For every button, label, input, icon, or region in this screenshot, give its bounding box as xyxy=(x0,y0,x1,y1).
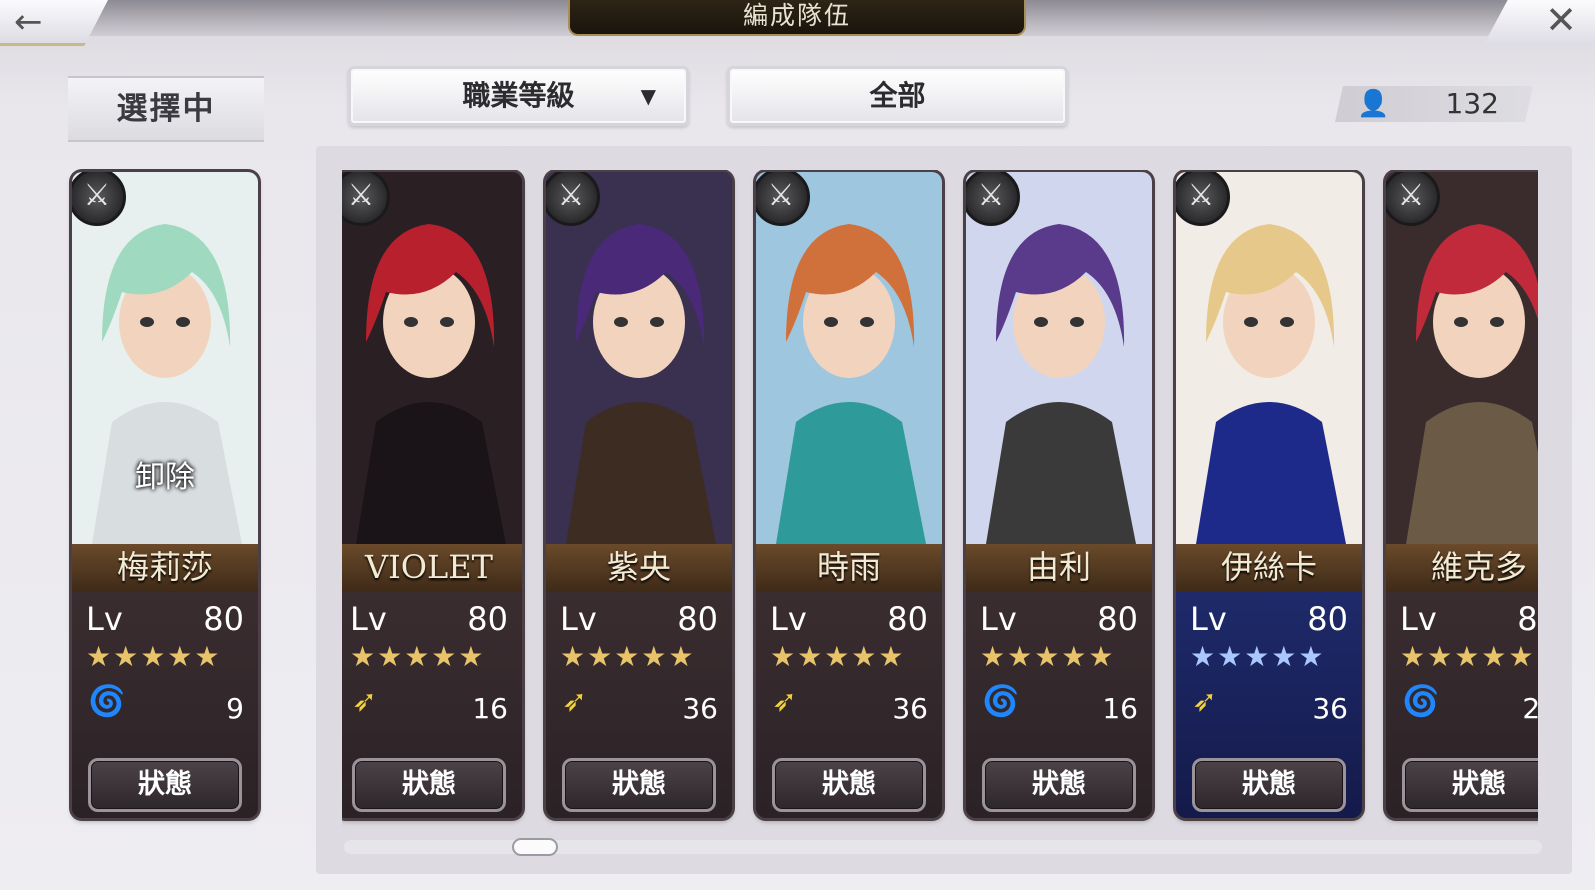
selected-label: 選擇中 xyxy=(68,76,264,142)
character-name: 紫央 xyxy=(546,544,732,592)
rarity-stars: ★★★★★ xyxy=(350,640,486,673)
back-button[interactable]: ← xyxy=(0,0,108,46)
character-portrait xyxy=(966,172,1152,544)
close-icon: ✕ xyxy=(1545,0,1577,42)
sort-label: 職業等級 xyxy=(462,79,575,112)
rarity-stars: ★★★★★ xyxy=(560,640,696,673)
cost-value: 36 xyxy=(892,692,928,725)
character-stats: Lv 80 ★★★★★ ➶ 36 狀態 xyxy=(546,592,732,818)
wind-element-icon: 🌀 xyxy=(88,684,126,719)
character-stats: Lv 80★★★★★ 🌀 20 狀態 xyxy=(1386,592,1538,818)
character-card[interactable]: ⚔ 伊絲卡 Lv 80 ★★★★★ ➶ 36 狀態 xyxy=(1176,172,1362,818)
character-stats: Lv 80 ★★★★★ ➶ 16 狀態 xyxy=(342,592,522,818)
level-value: 80 xyxy=(677,600,718,638)
scrollbar-thumb[interactable] xyxy=(512,838,558,856)
level-label: Lv xyxy=(770,600,807,638)
level-label: Lv xyxy=(1400,600,1437,638)
status-button[interactable]: 狀態 xyxy=(562,758,716,812)
character-portrait xyxy=(1386,172,1538,544)
wind-element-icon: 🌀 xyxy=(982,684,1020,719)
character-name: VIOLET xyxy=(342,544,522,592)
rarity-stars: ★★★★★ xyxy=(980,640,1116,673)
unit-count: 👤 132 xyxy=(1335,86,1533,122)
status-button[interactable]: 狀態 xyxy=(772,758,926,812)
character-name: 梅莉莎 xyxy=(72,544,258,592)
cost-value: 36 xyxy=(1312,692,1348,725)
cost-value: 16 xyxy=(1102,692,1138,725)
page-title: 編成隊伍 xyxy=(568,0,1026,36)
wing-element-icon: ➶ xyxy=(772,684,798,719)
level-value: 80 xyxy=(1517,600,1538,638)
cost-value: 16 xyxy=(472,692,508,725)
character-name: 維克多 xyxy=(1386,544,1538,592)
level-value: 80 xyxy=(203,600,244,638)
character-name: 伊絲卡 xyxy=(1176,544,1362,592)
cost-value: 9 xyxy=(226,692,244,725)
character-portrait xyxy=(756,172,942,544)
character-portrait xyxy=(546,172,732,544)
unset-label: 卸除 xyxy=(135,460,195,495)
level-value: 80 xyxy=(467,600,508,638)
character-portrait xyxy=(1176,172,1362,544)
filter-label: 全部 xyxy=(869,79,926,112)
status-button[interactable]: 狀態 xyxy=(88,758,242,812)
selected-character-card[interactable]: ⚔ 卸除 梅莉莎 Lv 80 ★★★★★ 🌀 9 狀態 xyxy=(72,172,258,818)
sort-dropdown[interactable]: 職業等級 ▼ xyxy=(348,66,689,126)
wind-element-icon: 🌀 xyxy=(1402,684,1440,719)
rarity-stars: ★★★★★ xyxy=(770,640,906,673)
character-stats: Lv 80 ★★★★★ 🌀 9 狀態 xyxy=(72,592,258,818)
character-stats: Lv 80 ★★★★★ ➶ 36 狀態 xyxy=(1176,592,1362,818)
person-icon: 👤 xyxy=(1357,89,1390,119)
character-stats: Lv 80 ★★★★★ 🌀 16 狀態 xyxy=(966,592,1152,818)
level-label: Lv xyxy=(350,600,387,638)
unit-count-value: 132 xyxy=(1445,87,1499,120)
wing-element-icon: ➶ xyxy=(352,684,378,719)
back-arrow-icon: ← xyxy=(14,2,43,42)
level-value: 80 xyxy=(887,600,928,638)
character-name: 由利 xyxy=(966,544,1152,592)
level-label: Lv xyxy=(86,600,123,638)
level-label: Lv xyxy=(980,600,1017,638)
filter-button[interactable]: 全部 xyxy=(727,66,1068,126)
character-card[interactable]: ⚔ 由利 Lv 80 ★★★★★ 🌀 16 狀態 xyxy=(966,172,1152,818)
wing-element-icon: ➶ xyxy=(1192,684,1218,719)
character-card[interactable]: ⚔ VIOLET Lv 80 ★★★★★ ➶ 16 狀態 xyxy=(342,172,522,818)
level-value: 80 xyxy=(1307,600,1348,638)
character-card[interactable]: ⚔ 紫央 Lv 80 ★★★★★ ➶ 36 狀態 xyxy=(546,172,732,818)
character-card[interactable]: ⚔ 時雨 Lv 80 ★★★★★ ➶ 36 狀態 xyxy=(756,172,942,818)
cost-value: 36 xyxy=(682,692,718,725)
status-button[interactable]: 狀態 xyxy=(1192,758,1346,812)
level-value: 80 xyxy=(1097,600,1138,638)
character-stats: Lv 80 ★★★★★ ➶ 36 狀態 xyxy=(756,592,942,818)
chevron-down-icon: ▼ xyxy=(640,84,656,108)
status-button[interactable]: 狀態 xyxy=(982,758,1136,812)
rarity-stars: ★★★★★ xyxy=(1400,640,1536,673)
character-card[interactable]: ⚔維克多Lv80★★★★★🌀20狀態 xyxy=(1386,172,1538,818)
wing-element-icon: ➶ xyxy=(562,684,588,719)
status-button[interactable]: 狀態 xyxy=(352,758,506,812)
level-label: Lv xyxy=(560,600,597,638)
character-portrait xyxy=(342,172,522,544)
status-button[interactable]: 狀態 xyxy=(1402,758,1538,812)
level-label: Lv xyxy=(1190,600,1227,638)
character-list[interactable]: ⚔ VIOLET Lv 80 ★★★★★ ➶ 16 狀態 ⚔ 紫央 Lv 80 ★★★★★ ➶ 36 狀態 ⚔ 時… xyxy=(342,170,1538,834)
rarity-stars: ★★★★★ xyxy=(1190,640,1326,673)
rarity-stars: ★★★★★ xyxy=(86,640,222,673)
character-name: 時雨 xyxy=(756,544,942,592)
cost-value: 20 xyxy=(1522,692,1538,725)
